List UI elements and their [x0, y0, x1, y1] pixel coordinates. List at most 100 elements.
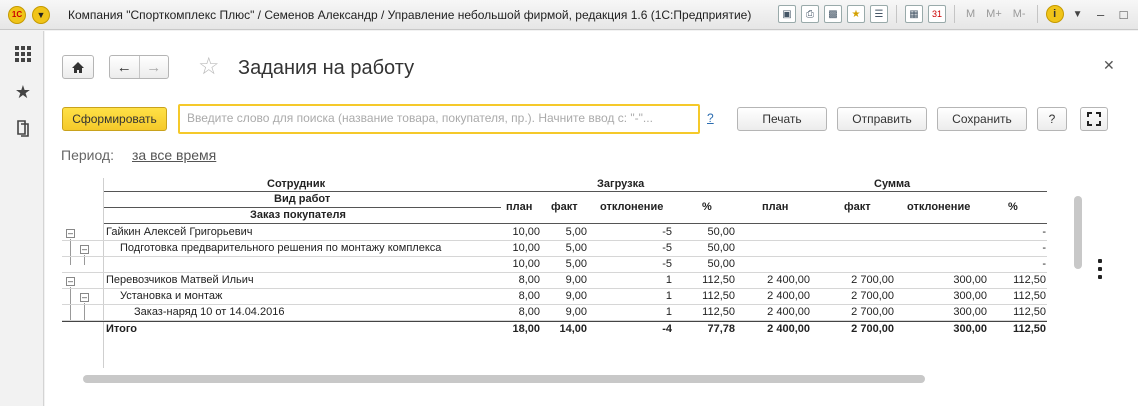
load-plan-cell: 8,00: [518, 306, 540, 318]
header-divider: [104, 207, 501, 208]
print-icon[interactable]: ⎙: [801, 5, 819, 23]
favorites-star-icon[interactable]: ★: [12, 81, 34, 103]
table-row[interactable]: Подготовка предварительного решения по м…: [62, 241, 1047, 257]
sum-deviation-cell: 300,00: [953, 290, 987, 302]
send-button[interactable]: Отправить: [837, 107, 927, 131]
row-name: Подготовка предварительного решения по м…: [120, 242, 442, 254]
load-percent-cell: 50,00: [707, 242, 735, 254]
print-button[interactable]: Печать: [737, 107, 827, 131]
history-clock-icon[interactable]: [12, 117, 34, 139]
load-plan-cell: 10,00: [512, 242, 540, 254]
header-load-percent: %: [702, 201, 712, 213]
sum-fact-cell: 2 700,00: [851, 274, 894, 286]
table-row[interactable]: Гайкин Алексей Григорьевич 10,00 5,00 -5…: [62, 225, 1047, 241]
sum-plan-cell: 2 400,00: [767, 274, 810, 286]
header-sum-plan: план: [762, 201, 789, 213]
header-sum: Сумма: [874, 178, 911, 190]
header-divider: [104, 191, 1047, 192]
total-label: Итого: [106, 323, 138, 335]
load-plan-cell: 18,00: [512, 323, 540, 335]
load-fact-cell: 5,00: [565, 242, 587, 254]
period-label: Период:: [61, 147, 114, 163]
forward-arrow-icon[interactable]: →: [140, 56, 169, 78]
sidebar: ★: [0, 31, 44, 406]
row-name: Гайкин Алексей Григорьевич: [106, 226, 253, 238]
load-fact-cell: 9,00: [565, 306, 587, 318]
save-icon[interactable]: ▣: [778, 5, 796, 23]
toolbar-separator: [1036, 5, 1038, 23]
title-bar: 1С ▼ Компания "Спорткомплекс Плюс" / Сем…: [0, 0, 1138, 30]
table-row[interactable]: Перевозчиков Матвей Ильич 8,00 9,00 1 11…: [62, 273, 1047, 289]
app-logo-icon[interactable]: 1С: [8, 5, 26, 24]
calculator-icon[interactable]: ▦: [905, 5, 923, 23]
table-row[interactable]: 10,00 5,00 -5 50,00 -: [62, 257, 1047, 273]
calendar-icon[interactable]: 31: [928, 5, 946, 23]
load-percent-cell: 112,50: [702, 290, 735, 302]
favorite-star-icon[interactable]: ☆: [198, 52, 220, 81]
sum-fact-cell: 2 700,00: [851, 306, 894, 318]
vertical-scrollbar[interactable]: [1074, 196, 1082, 269]
maximize-window-icon[interactable]: □: [1115, 7, 1133, 22]
favorites-add-icon[interactable]: ★: [847, 5, 865, 23]
minimize-window-icon[interactable]: –: [1092, 7, 1110, 22]
page-title: Задания на работу: [238, 57, 415, 79]
load-fact-cell: 9,00: [565, 290, 587, 302]
period-link[interactable]: за все время: [132, 147, 216, 163]
more-actions-icon[interactable]: [1098, 259, 1104, 279]
sum-plan-cell: 2 400,00: [767, 323, 810, 335]
header-employee: Сотрудник: [267, 178, 326, 190]
header-bottom-line: [104, 223, 1047, 224]
load-deviation-cell: 1: [665, 290, 672, 302]
total-row[interactable]: Итого 18,00 14,00 -4 77,78 2 400,00 2 70…: [62, 321, 1047, 337]
back-arrow-icon[interactable]: ←: [110, 56, 140, 78]
sum-deviation-cell: 300,00: [953, 274, 987, 286]
close-form-icon[interactable]: ✕: [1103, 57, 1115, 74]
load-deviation-cell: 1: [665, 274, 672, 286]
history-icon[interactable]: ☰: [870, 5, 888, 23]
sum-plan-cell: 2 400,00: [767, 306, 810, 318]
load-percent-cell: 112,50: [702, 306, 735, 318]
table-row[interactable]: Установка и монтаж 8,00 9,00 1 112,50 2 …: [62, 289, 1047, 305]
generate-button[interactable]: Сформировать: [62, 107, 167, 131]
memory-m-button[interactable]: M: [963, 8, 978, 20]
home-button[interactable]: [62, 55, 94, 79]
header-sum-percent: %: [1008, 201, 1018, 213]
preview-icon[interactable]: ▩: [824, 5, 842, 23]
report-grid: Сотрудник Вид работ Заказ покупателя Заг…: [62, 178, 1080, 388]
sum-percent-cell: 112,50: [1012, 323, 1046, 335]
load-percent-cell: 112,50: [702, 274, 735, 286]
load-deviation-cell: -4: [662, 323, 672, 335]
navigation-group: ← →: [109, 55, 169, 79]
row-name: Заказ-наряд 10 от 14.04.2016: [134, 306, 285, 318]
memory-plus-button[interactable]: M+: [983, 8, 1005, 20]
header-load-fact: факт: [551, 201, 578, 213]
table-row[interactable]: Заказ-наряд 10 от 14.04.2016 8,00 9,00 1…: [62, 305, 1047, 321]
sum-deviation-cell: 300,00: [953, 323, 987, 335]
sum-deviation-cell: 300,00: [953, 306, 987, 318]
info-icon[interactable]: i: [1045, 5, 1064, 23]
load-plan-cell: 8,00: [518, 290, 540, 302]
memory-minus-button[interactable]: M-: [1010, 8, 1029, 20]
load-deviation-cell: -5: [662, 258, 672, 270]
sections-grid-icon[interactable]: [12, 43, 34, 65]
title-toolbar: ▣ ⎙ ▩ ★ ☰ ▦ 31 M M+ M- i ▼ – □ ✕: [778, 5, 1138, 23]
sum-percent-cell: -: [1042, 258, 1046, 270]
fullscreen-button[interactable]: [1080, 107, 1108, 131]
load-fact-cell: 5,00: [565, 226, 587, 238]
sum-percent-cell: 112,50: [1013, 306, 1046, 318]
search-help-link[interactable]: ?: [707, 111, 714, 125]
horizontal-scrollbar[interactable]: [83, 375, 925, 383]
search-input[interactable]: Введите слово для поиска (название товар…: [178, 104, 700, 134]
window-title: Компания "Спорткомплекс Плюс" / Семенов …: [68, 7, 752, 22]
sum-plan-cell: 2 400,00: [767, 290, 810, 302]
home-icon: [72, 61, 84, 73]
help-button[interactable]: ?: [1037, 107, 1067, 131]
fullscreen-icon: [1087, 112, 1101, 126]
sum-percent-cell: -: [1042, 226, 1046, 238]
sum-fact-cell: 2 700,00: [851, 290, 894, 302]
row-name: Перевозчиков Матвей Ильич: [106, 274, 254, 286]
sum-fact-cell: 2 700,00: [851, 323, 894, 335]
main-menu-dropdown-icon[interactable]: ▼: [32, 5, 50, 24]
minimize-icon[interactable]: ▼: [1069, 9, 1087, 20]
save-button[interactable]: Сохранить: [937, 107, 1027, 131]
